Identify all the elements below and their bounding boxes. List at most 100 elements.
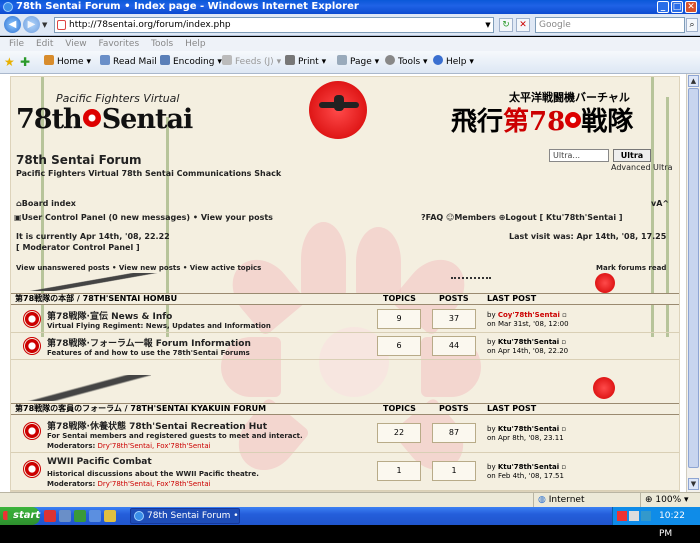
view-latest-icon[interactable]: ▫	[562, 311, 567, 319]
logo-jp-title: 飛行第78 戦隊	[451, 101, 633, 138]
logo-jp-part: 戦隊	[581, 107, 634, 137]
last-visit: Last visit was: Apr 14th, '08, 17.25	[509, 232, 667, 241]
ucp-link[interactable]: User Control Panel (0 new messages)	[22, 213, 191, 222]
forum-search-button[interactable]: Ultra	[613, 149, 651, 162]
clock[interactable]: 10:22 PM	[659, 507, 700, 543]
menu-edit[interactable]: Edit	[36, 39, 53, 49]
home-button[interactable]: Home ▾	[44, 51, 91, 74]
rising-sun-watermark	[356, 227, 401, 297]
view-latest-icon[interactable]: ▫	[561, 463, 566, 471]
view-latest-icon[interactable]: ▫	[561, 338, 566, 346]
feeds-button[interactable]: Feeds (J) ▾	[222, 51, 281, 74]
category-title[interactable]: 第78戦隊の本部 / 78TH'SENTAI HOMBU	[15, 294, 177, 304]
page-button[interactable]: Page ▾	[337, 51, 379, 74]
back-arrow-icon[interactable]: ◀	[4, 16, 21, 33]
mcp-link[interactable]: [ Moderator Control Panel ]	[16, 243, 140, 252]
forum-name[interactable]: 第78戦隊·休養状態 78th'Sentai Recreation Hut	[47, 419, 267, 432]
quicklaunch-icon[interactable]	[74, 510, 86, 522]
minimize-button[interactable]: _	[657, 1, 669, 13]
quicklaunch-icon[interactable]	[104, 510, 116, 522]
forum-name[interactable]: WWII Pacific Combat	[47, 457, 152, 467]
add-favorites-icon[interactable]: ✚	[20, 51, 30, 74]
encoding-button[interactable]: Encoding ▾	[160, 51, 222, 74]
view-active-link[interactable]: View active topics	[190, 264, 262, 272]
tools-button[interactable]: Tools ▾	[385, 51, 428, 74]
view-new-link[interactable]: View new posts	[119, 264, 180, 272]
print-button[interactable]: Print ▾	[285, 51, 326, 74]
menu-file[interactable]: File	[9, 39, 24, 49]
category-title[interactable]: 第78戦隊の客員のフォーラム / 78TH'SENTAI KYAKUIN FOR…	[15, 404, 266, 414]
last-post-author[interactable]: Ktu'78th'Sentai	[498, 338, 559, 346]
advanced-search-link[interactable]: Advanced Ultra	[611, 163, 672, 172]
tray-icon[interactable]	[641, 511, 651, 521]
view-unanswered-link[interactable]: View unanswered posts	[16, 264, 110, 272]
read-mail-button[interactable]: Read Mail	[100, 51, 157, 74]
menu-tools[interactable]: Tools	[151, 39, 173, 49]
maximize-button[interactable]: □	[671, 1, 683, 13]
scroll-down-icon[interactable]: ▼	[688, 478, 699, 490]
search-icon[interactable]: ⌕	[686, 18, 698, 32]
scroll-thumb[interactable]	[688, 88, 699, 468]
search-input[interactable]: Google	[535, 17, 685, 33]
menu-favorites[interactable]: Favorites	[98, 39, 139, 49]
scroll-up-icon[interactable]: ▲	[688, 75, 699, 87]
forum-row: 第78戦隊·フォーラム一報 Forum Information Features…	[11, 334, 679, 360]
forum-desc: Virtual Flying Regiment: News, Updates a…	[47, 322, 271, 330]
tray-icon[interactable]	[629, 511, 639, 521]
view-latest-icon[interactable]: ▫	[561, 425, 566, 433]
window-title-bar[interactable]: 78th Sentai Forum • Index page - Windows…	[0, 0, 700, 14]
security-zone: ◍ Internet	[533, 493, 633, 507]
page-content: Pacific Fighters Virtual 78th Sentai 太平洋戦…	[0, 74, 686, 492]
font-size-control[interactable]: vA^	[651, 199, 669, 208]
encoding-icon	[160, 55, 170, 65]
logout-link[interactable]: Logout [ Ktu'78th'Sentai ]	[505, 213, 622, 222]
separator: •	[192, 213, 199, 222]
quicklaunch-icon[interactable]	[44, 510, 56, 522]
quicklaunch-icon[interactable]	[59, 510, 71, 522]
menu-help[interactable]: Help	[185, 39, 206, 49]
last-post-author[interactable]: Coy'78th'Sentai	[498, 311, 560, 319]
post-count: 1	[432, 461, 476, 481]
quicklaunch-icon[interactable]	[89, 510, 101, 522]
post-count: 37	[432, 309, 476, 329]
stop-icon[interactable]: ✕	[516, 18, 530, 32]
moderator-links[interactable]: Dry'78th'Sentai, Fox'78th'Sentai	[98, 442, 211, 450]
logo-english[interactable]: Pacific Fighters Virtual 78th Sentai	[16, 92, 246, 142]
last-post-author[interactable]: Ktu'78th'Sentai	[498, 463, 559, 471]
topic-count: 6	[377, 336, 421, 356]
view-posts-link[interactable]: View your posts	[201, 213, 273, 222]
col-last-post: LAST POST	[487, 294, 537, 303]
forum-name[interactable]: 第78戦隊·宣伝 News & Info	[47, 309, 172, 322]
refresh-icon[interactable]: ↻	[499, 18, 513, 32]
last-post-date: on Apr 14th, '08, 22.20	[487, 347, 569, 355]
address-input[interactable]: http://78sentai.org/forum/index.php	[54, 17, 494, 33]
zoom-control[interactable]: ⊕ 100% ▾	[640, 493, 700, 507]
separator: •	[182, 264, 188, 272]
favorites-star-icon[interactable]: ★	[4, 51, 15, 74]
last-post-author[interactable]: Ktu'78th'Sentai	[498, 425, 559, 433]
taskbar-ie-window[interactable]: 78th Sentai Forum • I...	[130, 508, 240, 524]
help-button[interactable]: Help ▾	[433, 51, 474, 74]
forum-search-input[interactable]: Ultra...	[549, 149, 609, 162]
history-dropdown-icon[interactable]: ▼	[42, 21, 47, 29]
menu-bar: File Edit View Favorites Tools Help	[0, 37, 700, 51]
tray-icon[interactable]	[617, 511, 627, 521]
moderator-links[interactable]: Dry'78th'Sentai, Fox'78th'Sentai	[98, 480, 211, 488]
start-button[interactable]: start	[0, 507, 40, 525]
feeds-label: Feeds (J)	[235, 57, 274, 67]
board-index-link[interactable]: ⌂Board index	[16, 199, 76, 208]
rising-sun-icon	[565, 112, 582, 128]
help-label: Help	[446, 57, 467, 67]
faq-link[interactable]: FAQ	[426, 213, 444, 222]
mark-read-link[interactable]: Mark forums read	[596, 264, 666, 272]
encoding-label: Encoding	[173, 57, 215, 67]
user-nav-right: ?FAQ ☺Members ⊕Logout [ Ktu'78th'Sentai …	[421, 213, 623, 222]
close-button[interactable]: ✕	[685, 1, 697, 13]
vertical-scrollbar[interactable]: ▲ ▼	[686, 74, 700, 492]
menu-view[interactable]: View	[65, 39, 86, 49]
forward-arrow-icon[interactable]: ▶	[23, 16, 40, 33]
forum-name[interactable]: 第78戦隊·フォーラム一報 Forum Information	[47, 336, 251, 349]
members-link[interactable]: Members	[454, 213, 496, 222]
address-dropdown-icon[interactable]: ▼	[483, 19, 493, 31]
forum-row: WWII Pacific Combat Historical discussio…	[11, 455, 679, 491]
